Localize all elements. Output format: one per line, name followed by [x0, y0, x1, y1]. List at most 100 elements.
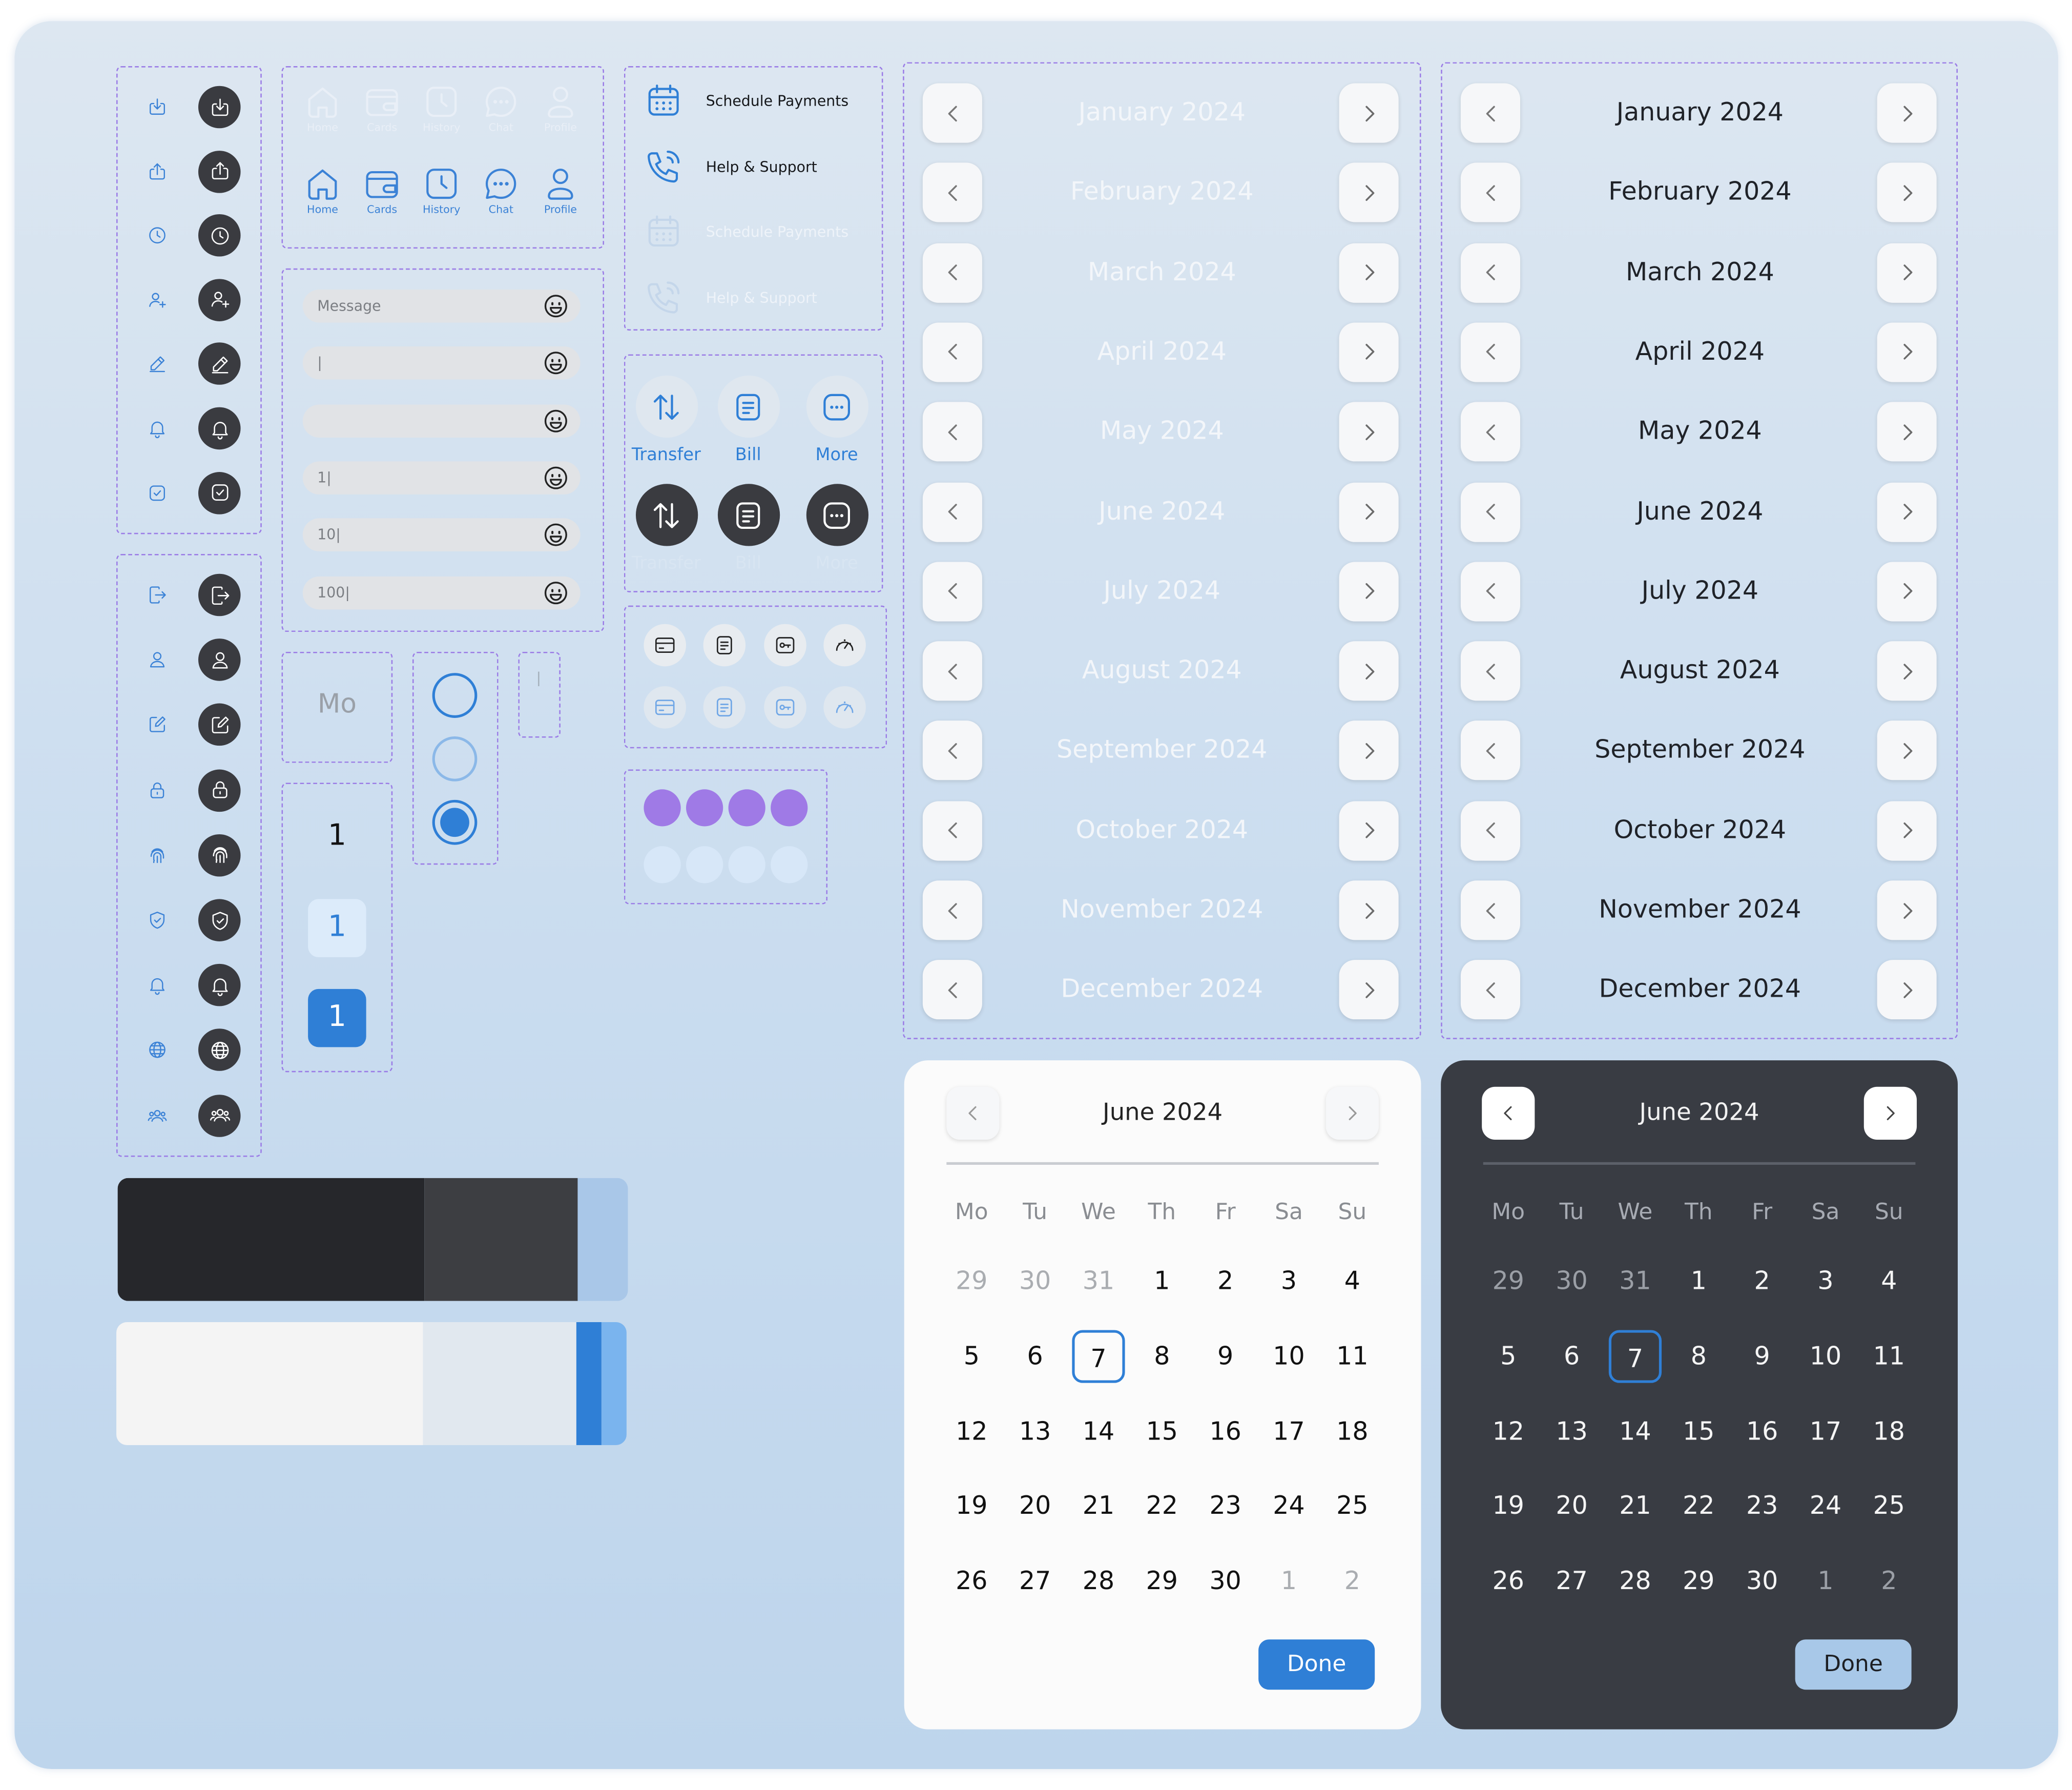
- help-support-link[interactable]: Help & Support: [644, 278, 817, 317]
- prev-month-button[interactable]: [1460, 721, 1520, 781]
- message-input[interactable]: Message: [302, 290, 581, 323]
- day-cell[interactable]: 9: [1736, 1330, 1789, 1383]
- day-cell[interactable]: 20: [1009, 1479, 1062, 1532]
- download-outline-button[interactable]: [143, 93, 172, 122]
- day-cell[interactable]: 13: [1009, 1406, 1062, 1458]
- day-cell[interactable]: 14: [1072, 1406, 1125, 1458]
- schedule-payments-link[interactable]: Schedule Payments: [644, 80, 848, 120]
- day-cell[interactable]: 18: [1862, 1406, 1915, 1458]
- action-transfer-button[interactable]: Transfer: [632, 375, 701, 465]
- next-month-button[interactable]: [1339, 880, 1399, 940]
- prev-month-button[interactable]: [1460, 482, 1520, 542]
- day-cell-selected[interactable]: 1: [308, 989, 366, 1047]
- next-month-button[interactable]: [1877, 322, 1937, 382]
- prev-month-button[interactable]: [1460, 800, 1520, 860]
- day-cell[interactable]: 11: [1862, 1330, 1915, 1383]
- action-bill-button[interactable]: Bill: [715, 484, 781, 574]
- day-cell[interactable]: 25: [1326, 1479, 1379, 1532]
- radio-checked[interactable]: [432, 799, 478, 845]
- day-cell[interactable]: 14: [1609, 1406, 1662, 1458]
- day-cell[interactable]: 27: [1545, 1555, 1598, 1608]
- emoji-button[interactable]: [542, 579, 570, 606]
- day-cell[interactable]: 31: [1609, 1254, 1662, 1307]
- day-cell[interactable]: 29: [1672, 1555, 1725, 1608]
- day-cell[interactable]: 21: [1072, 1479, 1125, 1532]
- nav-item-chat[interactable]: Chat: [474, 164, 527, 216]
- day-cell[interactable]: 29: [1135, 1555, 1188, 1608]
- day-cell[interactable]: 28: [1609, 1555, 1662, 1608]
- day-cell[interactable]: 15: [1135, 1406, 1188, 1458]
- day-cell[interactable]: 2: [1199, 1254, 1252, 1307]
- next-month-button[interactable]: [1877, 561, 1937, 622]
- nav-item-home[interactable]: Home: [296, 164, 349, 216]
- next-month-button[interactable]: [1339, 721, 1399, 781]
- shield-outline-button[interactable]: [143, 906, 172, 935]
- day-cell[interactable]: 22: [1672, 1479, 1725, 1532]
- prev-month-button[interactable]: [1460, 402, 1520, 462]
- day-cell[interactable]: 17: [1262, 1406, 1315, 1458]
- bell-filled-button[interactable]: [198, 407, 241, 450]
- next-month-button[interactable]: [1877, 482, 1937, 542]
- logout-outline-button[interactable]: [143, 581, 172, 610]
- prev-month-button[interactable]: [922, 482, 982, 542]
- message-input[interactable]: [302, 404, 581, 437]
- day-cell[interactable]: 21: [1609, 1479, 1662, 1532]
- prev-month-button[interactable]: [922, 880, 982, 940]
- nav-item-chat[interactable]: Chat: [474, 82, 527, 134]
- prev-month-button[interactable]: [1460, 641, 1520, 701]
- prev-month-button[interactable]: [1460, 960, 1520, 1020]
- action-bill-button[interactable]: Bill: [715, 375, 781, 465]
- nav-item-profile[interactable]: Profile: [534, 164, 587, 216]
- day-cell[interactable]: 2: [1862, 1555, 1915, 1608]
- day-cell[interactable]: 9: [1199, 1330, 1252, 1383]
- day-cell[interactable]: 10: [1799, 1330, 1852, 1383]
- day-cell[interactable]: 30: [1545, 1254, 1598, 1307]
- day-cell[interactable]: 12: [945, 1406, 998, 1458]
- day-cell[interactable]: 1: [1262, 1555, 1315, 1608]
- upload-outline-button[interactable]: [143, 157, 172, 186]
- prev-month-button[interactable]: [922, 242, 982, 302]
- nav-item-history[interactable]: History: [415, 164, 468, 216]
- next-month-button[interactable]: [1339, 83, 1399, 143]
- day-cell[interactable]: 1: [1799, 1555, 1852, 1608]
- action-transfer-button[interactable]: Transfer: [632, 484, 701, 574]
- lock-outline-button[interactable]: [143, 775, 172, 805]
- day-cell[interactable]: 3: [1799, 1254, 1852, 1307]
- day-cell[interactable]: 23: [1736, 1479, 1789, 1532]
- key-chip[interactable]: [764, 624, 806, 667]
- prev-month-button[interactable]: [922, 322, 982, 382]
- prev-month-button[interactable]: [922, 721, 982, 781]
- day-cell[interactable]: 4: [1326, 1254, 1379, 1307]
- users-outline-button[interactable]: [143, 1101, 172, 1130]
- day-cell[interactable]: 26: [1482, 1555, 1535, 1608]
- day-cell[interactable]: 27: [1009, 1555, 1062, 1608]
- clock-outline-button[interactable]: [143, 221, 172, 250]
- day-cell[interactable]: 4: [1862, 1254, 1915, 1307]
- next-month-button[interactable]: [1877, 163, 1937, 223]
- day-cell[interactable]: 24: [1262, 1479, 1315, 1532]
- action-more-button[interactable]: More: [804, 375, 870, 465]
- radio-unchecked[interactable]: [432, 673, 478, 718]
- next-month-button[interactable]: [1877, 800, 1937, 860]
- next-month-button[interactable]: [1877, 402, 1937, 462]
- checkbox-filled-button[interactable]: [198, 471, 241, 514]
- prev-month-button[interactable]: [922, 561, 982, 622]
- emoji-button[interactable]: [542, 464, 570, 491]
- message-input[interactable]: 1|: [302, 461, 581, 495]
- day-cell[interactable]: 30: [1736, 1555, 1789, 1608]
- day-cell-selected[interactable]: 7: [1608, 1330, 1662, 1383]
- bell-filled-button[interactable]: [198, 964, 241, 1006]
- day-cell[interactable]: 11: [1326, 1330, 1379, 1383]
- next-month-button[interactable]: [1325, 1086, 1379, 1140]
- day-cell[interactable]: 1: [1672, 1254, 1725, 1307]
- day-cell[interactable]: 18: [1326, 1406, 1379, 1458]
- next-month-button[interactable]: [1339, 482, 1399, 542]
- prev-month-button[interactable]: [922, 800, 982, 860]
- day-cell[interactable]: 8: [1672, 1330, 1725, 1383]
- next-month-button[interactable]: [1339, 242, 1399, 302]
- prev-month-button[interactable]: [922, 83, 982, 143]
- card-chip[interactable]: [644, 686, 687, 729]
- nav-item-profile[interactable]: Profile: [534, 82, 587, 134]
- day-cell[interactable]: 19: [1482, 1479, 1535, 1532]
- next-month-button[interactable]: [1863, 1086, 1917, 1140]
